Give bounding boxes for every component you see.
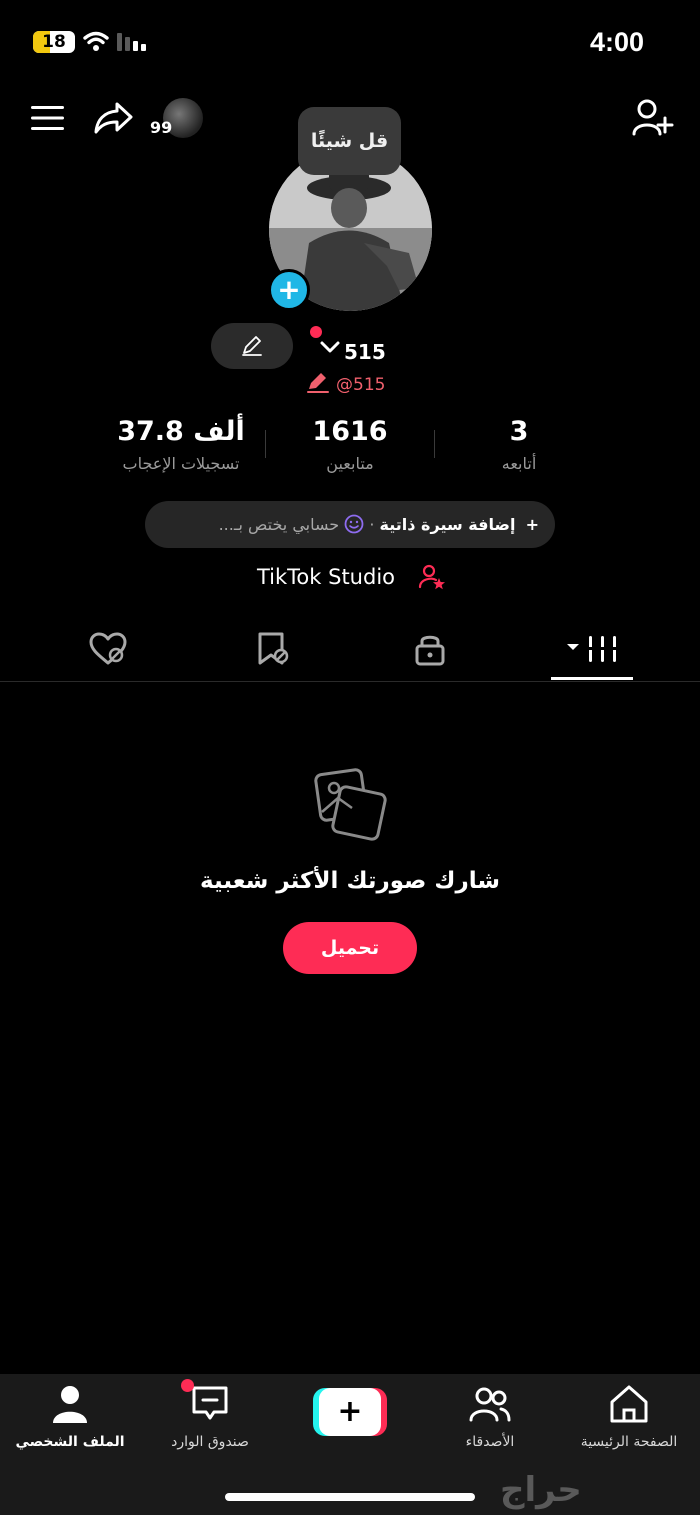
profile-nickname[interactable]: 515 (344, 338, 386, 366)
nav-inbox[interactable]: صندوق الوارد (140, 1384, 280, 1452)
profile-username[interactable]: @515 (336, 373, 385, 397)
nav-home[interactable]: الصفحة الرئيسية (559, 1384, 699, 1452)
following-label: أتابعه (501, 454, 537, 473)
likes-label: تسجيلات الإعجاب (122, 454, 240, 473)
person-icon (53, 1386, 87, 1423)
inbox-notification-dot (181, 1379, 194, 1392)
create-icon: + (319, 1388, 381, 1436)
liked-hidden-tab-icon[interactable] (88, 631, 128, 667)
add-photo-button[interactable]: + (268, 269, 310, 311)
pencil-icon (242, 336, 262, 356)
favorites-hidden-tab-icon[interactable] (254, 631, 290, 667)
notification-count: 99 (150, 118, 173, 137)
bio-separator: · (369, 515, 375, 534)
nav-home-label: الصفحة الرئيسية (580, 1434, 678, 1450)
home-indicator[interactable] (225, 1493, 475, 1501)
friends-icon (469, 1387, 511, 1422)
add-friend-icon[interactable] (632, 98, 674, 138)
wifi-icon (83, 31, 109, 51)
edit-profile-button[interactable] (211, 323, 293, 369)
active-tab-indicator (551, 677, 633, 680)
compose-bubble[interactable]: قل شيئًا (298, 107, 401, 175)
watermark: حراج (500, 1470, 582, 1510)
following-count[interactable]: 3 (434, 414, 604, 450)
inbox-icon (192, 1386, 228, 1420)
nav-inbox-label: صندوق الوارد (171, 1434, 249, 1450)
battery-indicator: 18 (33, 31, 75, 53)
creator-star-icon[interactable] (418, 563, 446, 591)
photos-icon (314, 768, 387, 841)
nav-friends-label: الأصدقاء (465, 1434, 515, 1450)
status-time: 4:00 (589, 27, 644, 57)
home-icon (610, 1385, 648, 1423)
chevron-down-icon[interactable] (319, 338, 341, 356)
nav-profile[interactable]: الملف الشخصي (0, 1384, 140, 1452)
nav-friends[interactable]: الأصدقاء (420, 1384, 560, 1452)
smile-icon (344, 514, 364, 534)
upload-button[interactable]: تحميل (283, 922, 417, 974)
nav-profile-label: الملف الشخصي (15, 1434, 125, 1450)
tiktok-studio-link[interactable]: TikTok Studio (257, 562, 395, 592)
share-icon[interactable] (93, 100, 135, 136)
edit-username-icon[interactable] (306, 372, 330, 394)
notification-dot (310, 326, 322, 338)
create-button[interactable]: + (313, 1388, 387, 1436)
likes-count[interactable]: 37.8 ألف (96, 414, 266, 450)
cellular-signal-icon (117, 33, 146, 51)
followers-label: متابعين (326, 454, 374, 473)
add-bio-label: إضافة سيرة ذاتية (379, 515, 516, 534)
grid-icon[interactable] (565, 634, 619, 664)
plus-icon: + (525, 515, 539, 534)
lock-icon[interactable] (414, 632, 446, 666)
bio-suggestion: حسابي يختص بـ... (218, 515, 340, 534)
tab-divider (0, 681, 700, 682)
followers-count[interactable]: 1616 (265, 414, 435, 450)
add-bio-button[interactable]: + إضافة سيرة ذاتية · حسابي يختص بـ... (145, 501, 555, 548)
menu-icon[interactable] (30, 104, 66, 132)
empty-state-title: شارك صورتك الأكثر شعبية (200, 868, 500, 894)
